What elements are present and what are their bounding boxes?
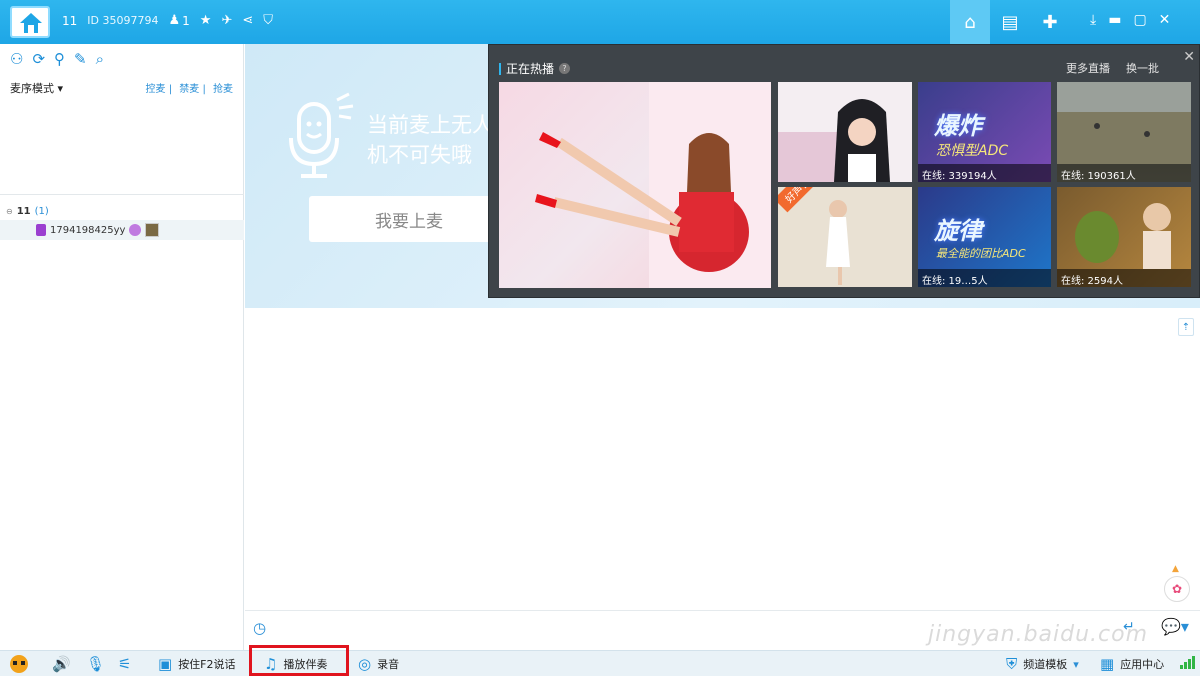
- search-tool-icon[interactable]: ⌕: [96, 50, 104, 68]
- watermark: jingyan.baidu.com: [928, 622, 1149, 647]
- refresh-batch-link[interactable]: 换一批: [1126, 60, 1159, 76]
- flower-gift-button[interactable]: ✿: [1164, 576, 1190, 602]
- title-accent: [499, 62, 501, 75]
- minimize-icon[interactable]: ▬: [1108, 12, 1121, 28]
- push-to-talk-label: 按住F2说话: [178, 658, 236, 671]
- mic-icon[interactable]: 🎙: [86, 655, 105, 673]
- empty-mic-message: 当前麦上无人 机不可失哦: [367, 113, 493, 167]
- home-icon[interactable]: ⌂: [950, 0, 990, 44]
- more-live-link[interactable]: 更多直播: [1066, 60, 1110, 76]
- history-icon[interactable]: ◷: [253, 619, 266, 637]
- tile-title: 旋律: [934, 217, 982, 245]
- live-tile[interactable]: 好声音: [778, 187, 912, 287]
- user-tool-icon[interactable]: ⚇: [10, 50, 23, 68]
- share-icon[interactable]: ⋖: [242, 13, 253, 28]
- close-icon[interactable]: ✕: [1159, 12, 1171, 28]
- live-tile[interactable]: [778, 82, 912, 182]
- user-name: 1794198425yy: [50, 224, 126, 236]
- hot-title: 正在热播: [506, 62, 555, 76]
- apps-grid-icon: ▦: [1100, 655, 1115, 673]
- online-count-label: 在线: 19…5人: [918, 269, 1051, 287]
- push-to-talk-button[interactable]: ▣ 按住F2说话: [158, 655, 236, 673]
- medal-icon: [129, 224, 142, 236]
- tiger-icon: [10, 655, 28, 673]
- star-icon[interactable]: ★: [200, 13, 212, 28]
- channel-count: (1): [34, 206, 49, 217]
- streamer-thumbnail: [778, 99, 890, 182]
- link-grab-mic[interactable]: 抢麦: [213, 84, 233, 95]
- link-control-mic[interactable]: 控麦: [146, 84, 166, 95]
- keyboard-icon: ▣: [158, 655, 173, 673]
- app-center-button[interactable]: ▦ 应用中心: [1100, 655, 1164, 673]
- chevron-down-icon: ▾: [1073, 657, 1079, 671]
- online-count-label: 在线: 339194人: [918, 164, 1051, 182]
- online-count: 1: [182, 13, 190, 28]
- game-thumbnail: [1057, 82, 1191, 164]
- live-tile-featured[interactable]: [499, 82, 771, 288]
- bottom-toolbar: 🔊 🎙 ⚟ ▣ 按住F2说话 ♫ 播放伴奏 ◎ 录音 ⛨ 频道模板 ▾ ▦ 应用…: [0, 650, 1200, 676]
- channel-name: 11: [16, 206, 31, 217]
- link-ban-mic[interactable]: 禁麦: [179, 84, 199, 95]
- scroll-top-button[interactable]: ⇡: [1178, 318, 1194, 336]
- live-tile[interactable]: 在线: 190361人: [1057, 82, 1191, 182]
- channel-id: ID 35097794: [87, 14, 159, 27]
- refresh-tool-icon[interactable]: ⟳: [32, 50, 45, 68]
- record-button[interactable]: ◎ 录音: [358, 655, 399, 673]
- shield-icon[interactable]: ⛉: [263, 13, 273, 28]
- top-bar: 11 ID 35097794 ♟ 1 ★ ✈ ⋖ ⛉ ⌂ ▤ ✚ ⤓ ▬ ▢ ✕: [0, 0, 1200, 44]
- close-icon[interactable]: ✕: [1183, 49, 1195, 65]
- user-list-item[interactable]: 1794198425yy: [0, 220, 244, 240]
- vip-badge-icon: [36, 224, 46, 236]
- live-tile[interactable]: 旋律 最全能的团比ADC 在线: 19…5人: [918, 187, 1051, 287]
- channel-number: 11: [62, 13, 78, 28]
- chat-bubble-icon[interactable]: 💬▾: [1161, 617, 1189, 636]
- speaker-icon[interactable]: 🔊: [52, 655, 71, 673]
- tiger-avatar[interactable]: [8, 653, 30, 673]
- avatar: [145, 223, 160, 237]
- plane-icon[interactable]: ✈: [221, 13, 232, 28]
- news-icon[interactable]: ▤: [990, 0, 1030, 44]
- hot-live-panel: ✕ 正在热播 ? 更多直播 换一批 爆炸 恐惧型ADC 在线: 339194人 …: [488, 44, 1200, 298]
- home-logo[interactable]: [10, 6, 50, 38]
- game-thumbnail: [1075, 203, 1171, 269]
- app-center-label: 应用中心: [1120, 658, 1165, 671]
- tile-subtitle: 恐惧型ADC: [936, 143, 1009, 159]
- user-icon: ♟: [168, 13, 181, 28]
- record-icon: ◎: [358, 655, 372, 673]
- go-on-mic-button[interactable]: 我要上麦: [309, 196, 509, 242]
- microphone-icon: [289, 92, 354, 178]
- online-count-label: 在线: 2594人: [1057, 269, 1191, 287]
- highlight-annotation: [249, 645, 349, 676]
- equalizer-icon[interactable]: ⚟: [118, 655, 131, 673]
- game-icon[interactable]: ✚: [1030, 0, 1070, 44]
- signal-strength-icon: [1180, 656, 1195, 669]
- live-tile[interactable]: 在线: 2594人: [1057, 187, 1191, 287]
- singer-thumbnail: [535, 82, 771, 288]
- template-icon: ⛨: [1006, 655, 1018, 673]
- help-icon[interactable]: ?: [559, 63, 571, 74]
- online-count-label: 在线: 190361人: [1057, 164, 1191, 182]
- house-icon: [20, 13, 42, 33]
- location-tool-icon[interactable]: ⚲: [54, 50, 65, 68]
- tile-title: 爆炸: [934, 112, 982, 140]
- maximize-icon[interactable]: ▢: [1133, 12, 1146, 28]
- channel-template-dropdown[interactable]: ⛨ 频道模板 ▾: [1006, 655, 1079, 673]
- edit-tool-icon[interactable]: ✎: [74, 50, 87, 68]
- tile-subtitle: 最全能的团比ADC: [936, 247, 1026, 260]
- download-icon[interactable]: ⤓: [1090, 12, 1096, 28]
- channel-tree-item[interactable]: ⊖ 11 (1): [6, 206, 49, 217]
- mic-mode-dropdown[interactable]: 麦序模式 ▾: [10, 80, 63, 96]
- expand-arrow-icon[interactable]: ▲: [1172, 564, 1179, 574]
- record-label: 录音: [377, 658, 400, 671]
- left-panel: ⚇ ⟳ ⚲ ✎ ⌕ 麦序模式 ▾ 控麦 | 禁麦 | 抢麦 ⊖ 11 (1) 1…: [0, 44, 244, 650]
- live-tile[interactable]: 爆炸 恐惧型ADC 在线: 339194人: [918, 82, 1051, 182]
- divider: [0, 194, 244, 195]
- singer-thumbnail: [778, 187, 912, 287]
- channel-template-label: 频道模板: [1023, 658, 1068, 671]
- collapse-icon[interactable]: ⊖: [6, 207, 13, 216]
